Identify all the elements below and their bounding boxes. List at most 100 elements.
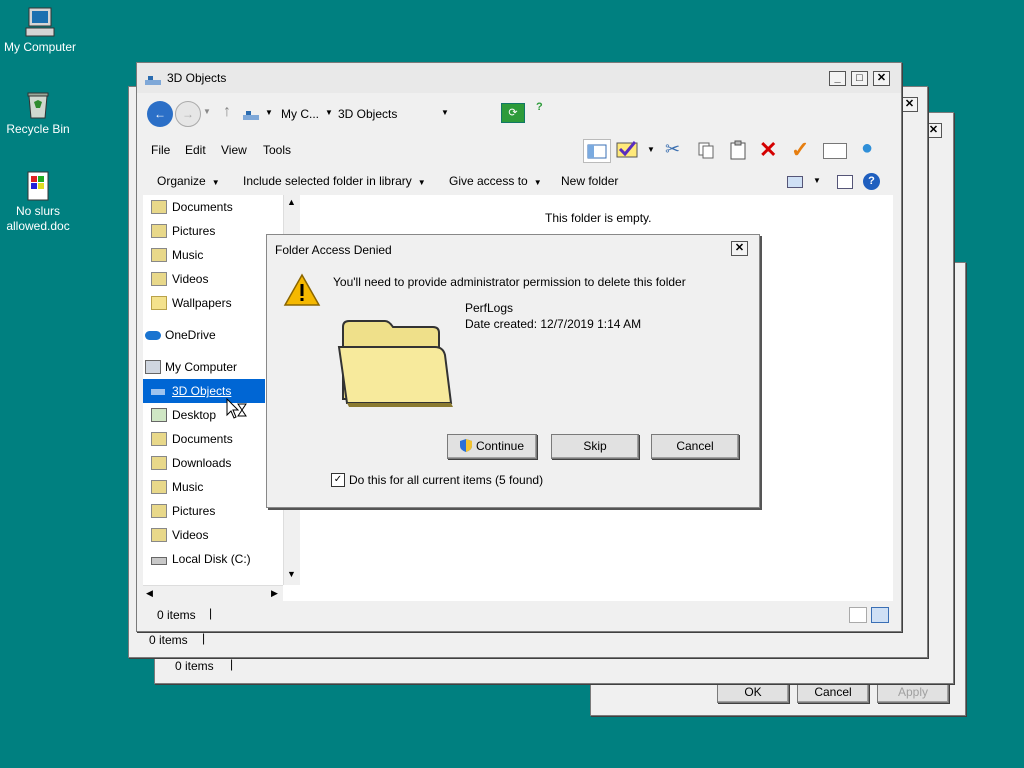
nav-item-documents[interactable]: Documents: [143, 195, 265, 219]
nav-item-music-2[interactable]: Music: [143, 475, 265, 499]
help-question-icon[interactable]: ?: [536, 101, 543, 113]
scroll-left-icon[interactable]: ◀: [146, 588, 153, 599]
menu-bar: File Edit View Tools ▼ ✂ ✕ ✓ ●: [137, 135, 901, 165]
menu-edit[interactable]: Edit: [185, 143, 206, 157]
organize-button[interactable]: Organize ▼: [157, 174, 220, 188]
menu-file[interactable]: File: [151, 143, 170, 157]
select-button[interactable]: [615, 139, 643, 161]
address-dropdown-icon[interactable]: ▼: [441, 108, 449, 117]
scroll-right-icon[interactable]: ▶: [271, 588, 278, 599]
cancel-button[interactable]: Cancel: [651, 434, 739, 459]
copy-icon[interactable]: [697, 141, 715, 159]
close-icon[interactable]: ✕: [901, 97, 918, 112]
item-count: 0 items: [149, 633, 188, 647]
chevron-down-icon[interactable]: ▼: [325, 108, 333, 117]
onedrive-icon: [145, 331, 161, 340]
paste-icon[interactable]: [729, 140, 747, 160]
videos-folder-icon: [151, 528, 167, 542]
item-count: 0 items: [175, 659, 214, 673]
maximize-button[interactable]: □: [851, 71, 868, 86]
desktop-icon-label: Recycle Bin: [6, 122, 70, 136]
window-title: 3D Objects: [167, 71, 227, 85]
documents-folder-icon: [151, 200, 167, 214]
address-bar[interactable]: ▼ My C... ▼ 3D Objects ▼: [241, 101, 457, 127]
nav-item-videos-2[interactable]: Videos: [143, 523, 265, 547]
shell-icon[interactable]: ●: [861, 137, 873, 160]
desktop-icon-my-computer[interactable]: My Computer: [0, 6, 80, 55]
apply-button[interactable]: Apply: [877, 681, 949, 703]
cut-icon[interactable]: ✂: [665, 139, 680, 160]
minimize-button[interactable]: _: [829, 71, 846, 86]
computer-icon: [145, 360, 161, 374]
back-arrow-icon: ←: [154, 107, 166, 121]
back-button[interactable]: ←: [147, 101, 173, 127]
details-pane-icon[interactable]: [837, 175, 853, 189]
nav-horizontal-scrollbar[interactable]: ◀ ▶: [143, 585, 283, 602]
3d-objects-icon: [151, 389, 165, 395]
properties-icon[interactable]: [823, 143, 847, 159]
nav-item-onedrive[interactable]: OneDrive: [143, 323, 265, 347]
include-in-library-button[interactable]: Include selected folder in library ▼: [243, 174, 426, 188]
music-folder-icon: [151, 480, 167, 494]
breadcrumb-my-computer[interactable]: My C...: [281, 107, 319, 121]
nav-item-videos[interactable]: Videos: [143, 267, 265, 291]
item-count: 0 items: [157, 608, 196, 622]
forward-button[interactable]: →: [175, 101, 201, 127]
ok-button[interactable]: OK: [717, 681, 789, 703]
drive-icon: [151, 557, 167, 565]
nav-item-my-computer[interactable]: My Computer: [143, 355, 265, 379]
chevron-down-icon: ▼: [533, 178, 542, 187]
nav-item-downloads[interactable]: Downloads: [143, 451, 265, 475]
folder-name: PerfLogs: [465, 301, 514, 315]
chevron-down-icon[interactable]: ▼: [647, 145, 655, 154]
menu-tools[interactable]: Tools: [263, 143, 291, 157]
desktop-icon-label: No slurs allowed.doc: [6, 204, 70, 233]
large-icons-view-icon[interactable]: [871, 607, 889, 623]
apply-to-all-checkbox[interactable]: ✓: [331, 473, 345, 487]
recycle-bin-icon: [27, 92, 49, 119]
close-button[interactable]: ✕: [873, 71, 890, 86]
preview-pane-button[interactable]: [583, 139, 611, 163]
chevron-down-icon[interactable]: ▼: [813, 176, 821, 185]
nav-item-pictures-2[interactable]: Pictures: [143, 499, 265, 523]
desktop-icon-recycle-bin[interactable]: Recycle Bin: [0, 88, 78, 137]
rename-check-icon[interactable]: ✓: [791, 137, 809, 163]
give-access-button[interactable]: Give access to ▼: [449, 174, 542, 188]
nav-item-pictures[interactable]: Pictures: [143, 219, 265, 243]
view-options-icon[interactable]: [787, 176, 803, 188]
nav-item-documents-2[interactable]: Documents: [143, 427, 265, 451]
cancel-button[interactable]: Cancel: [797, 681, 869, 703]
nav-item-music[interactable]: Music: [143, 243, 265, 267]
continue-button[interactable]: Continue: [447, 434, 537, 459]
nav-item-local-disk[interactable]: Local Disk (C:): [143, 547, 265, 571]
history-dropdown-icon[interactable]: ▼: [203, 107, 211, 116]
3d-objects-icon: [145, 76, 161, 85]
nav-item-wallpapers[interactable]: Wallpapers: [143, 291, 265, 315]
refresh-button[interactable]: ⟳: [501, 103, 525, 123]
chevron-down-icon[interactable]: ▼: [265, 108, 273, 117]
apply-to-all-label[interactable]: Do this for all current items (5 found): [349, 473, 543, 487]
chevron-down-icon: ▼: [417, 178, 426, 187]
pictures-folder-icon: [151, 224, 167, 238]
help-icon[interactable]: ?: [863, 173, 880, 190]
details-view-icon[interactable]: [849, 607, 867, 623]
title-bar[interactable]: 3D Objects _ □ ✕: [137, 63, 901, 93]
new-folder-button[interactable]: New folder: [561, 174, 618, 188]
document-icon: [27, 171, 49, 201]
delete-icon[interactable]: ✕: [759, 137, 777, 163]
checkbox-select-icon: [616, 141, 638, 158]
address-row: ← → ▼ ↑ ▼ My C... ▼ 3D Objects ▼ ⟳ ?: [137, 95, 901, 131]
scroll-up-icon[interactable]: ▲: [287, 197, 296, 207]
navigation-pane: Documents Pictures Music Videos Wallpape…: [143, 195, 265, 585]
scroll-down-icon[interactable]: ▼: [287, 569, 296, 579]
up-arrow-icon[interactable]: ↑: [223, 103, 231, 121]
refresh-icon: ⟳: [508, 107, 518, 119]
dialog-title-bar[interactable]: Folder Access Denied ✕: [267, 235, 759, 263]
close-button[interactable]: ✕: [731, 241, 748, 256]
desktop-icon-document[interactable]: No slurs allowed.doc: [0, 170, 78, 234]
dialog-title: Folder Access Denied: [275, 243, 392, 257]
skip-button[interactable]: Skip: [551, 434, 639, 459]
menu-view[interactable]: View: [221, 143, 247, 157]
breadcrumb-3d-objects[interactable]: 3D Objects: [338, 107, 397, 121]
pictures-folder-icon: [151, 504, 167, 518]
